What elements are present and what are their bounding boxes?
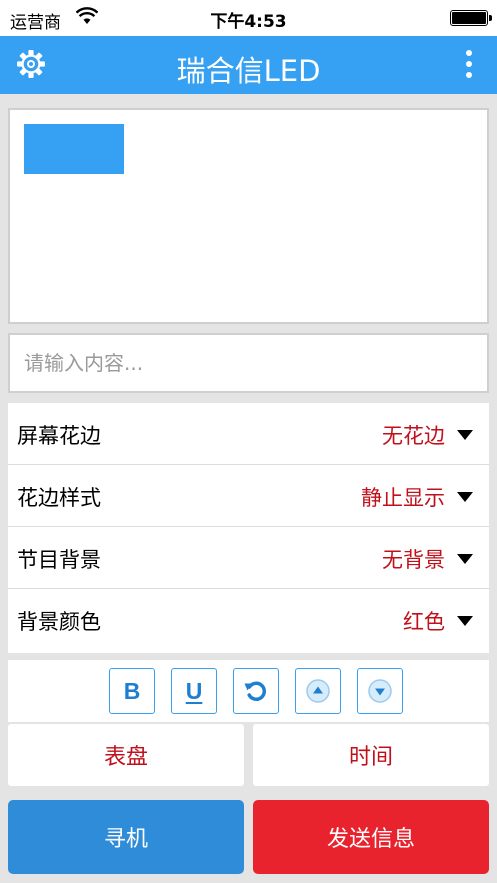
preview-text-block[interactable]	[24, 124, 124, 174]
rotate-button[interactable]	[233, 668, 279, 714]
settings-list: 屏幕花边 无花边 花边样式 静止显示 节目背景 无背景 背景颜色 红色	[8, 403, 489, 653]
row-value: 静止显示	[361, 486, 445, 510]
arrow-up-icon	[306, 679, 330, 703]
content-input[interactable]	[10, 335, 487, 391]
battery-icon	[450, 10, 492, 26]
format-toolbar: B U	[8, 660, 489, 722]
clock: 下午4:53	[210, 12, 287, 32]
row-value: 红色	[403, 610, 445, 634]
bold-icon: B	[123, 677, 141, 704]
dial-button[interactable]: 表盘	[8, 724, 244, 786]
caret-down-icon	[457, 554, 473, 564]
rotate-icon	[244, 681, 267, 701]
row-label: 花边样式	[17, 486, 101, 510]
move-up-button[interactable]	[295, 668, 341, 714]
nav-bar: 瑞合信LED	[0, 36, 497, 94]
arrow-down-icon	[368, 679, 392, 703]
row-label: 屏幕花边	[17, 424, 101, 448]
row-value: 无花边	[382, 424, 445, 448]
caret-down-icon	[457, 492, 473, 502]
find-device-button[interactable]: 寻机	[8, 800, 244, 874]
led-preview	[8, 108, 489, 324]
content-input-box[interactable]	[8, 333, 489, 393]
more-vertical-icon[interactable]	[459, 48, 479, 82]
caret-down-icon	[457, 616, 473, 626]
row-value: 无背景	[382, 548, 445, 572]
time-button[interactable]: 时间	[253, 724, 489, 786]
row-screen-border[interactable]: 屏幕花边 无花边	[8, 403, 489, 465]
move-down-button[interactable]	[357, 668, 403, 714]
bold-button[interactable]: B	[109, 668, 155, 714]
caret-down-icon	[457, 430, 473, 440]
send-message-button[interactable]: 发送信息	[253, 800, 489, 874]
row-background-color[interactable]: 背景颜色 红色	[8, 589, 489, 651]
underline-icon: U	[185, 677, 203, 704]
row-label: 节目背景	[17, 548, 101, 572]
app-title: 瑞合信LED	[176, 54, 321, 88]
row-label: 背景颜色	[17, 610, 101, 634]
underline-button[interactable]: U	[171, 668, 217, 714]
row-border-style[interactable]: 花边样式 静止显示	[8, 465, 489, 527]
status-bar: 运营商 下午4:53	[0, 0, 497, 36]
row-program-background[interactable]: 节目背景 无背景	[8, 527, 489, 589]
